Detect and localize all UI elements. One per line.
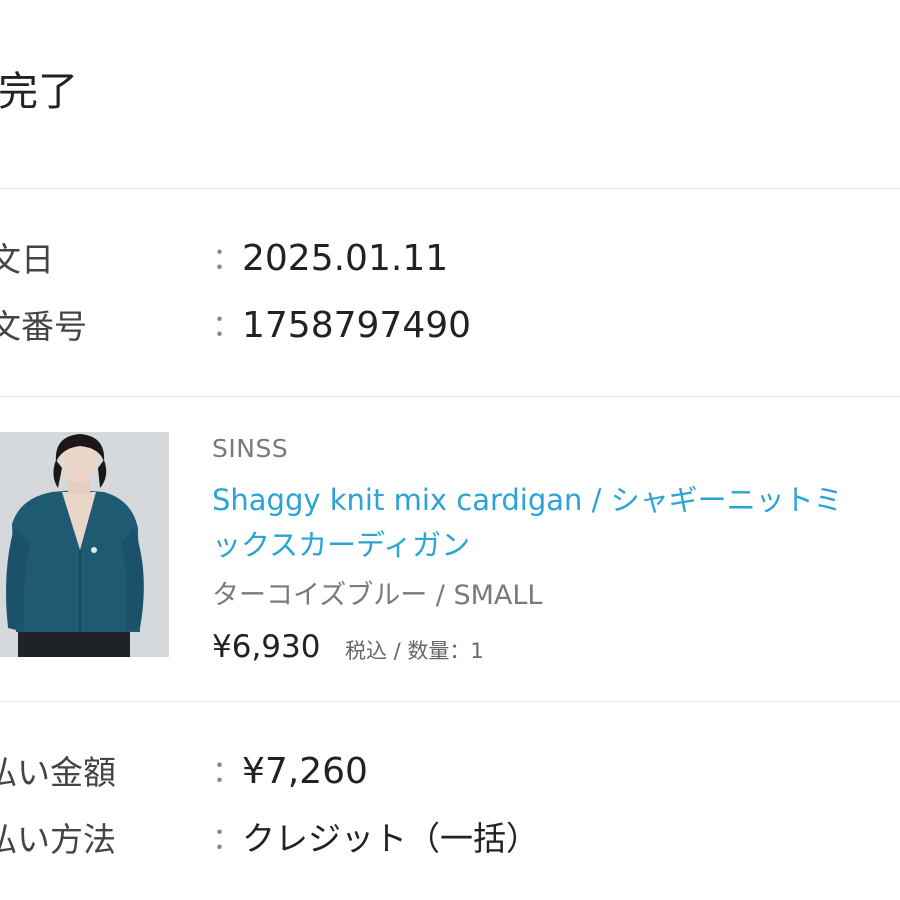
divider [0,188,900,189]
payment-amount-label: 払い金額 [0,753,116,792]
price-tax-quantity: 税込 / 数量：1 [345,639,484,663]
product-photo-illustration [0,432,169,657]
payment-method-value: クレジット（一括） [242,819,539,858]
product-name-link[interactable]: Shaggy knit mix cardigan / シャギーニットミ ックスカ… [212,478,900,568]
product-brand[interactable]: SINSS [212,433,288,465]
order-complete-page: 達完了 文日 ： 2025.01.11 文番号 ： 1758797490 [0,0,900,900]
payment-method-colon: ： [212,822,242,857]
page-title: 達完了 [0,69,78,115]
payment-method-label: 払い方法 [0,820,116,859]
payment-amount-value: ¥7,260 [242,751,368,792]
order-number-label: 文番号 [0,307,87,346]
product-name-line2[interactable]: ックスカーディガン [212,523,900,568]
product-image[interactable] [0,432,169,657]
product-name-line1[interactable]: Shaggy knit mix cardigan / シャギーニットミ [212,483,843,517]
order-date-label: 文日 [0,240,54,279]
order-date-colon: ： [212,242,242,277]
product-price: ¥6,930 [212,629,321,665]
divider [0,396,900,397]
payment-amount-colon: ： [212,755,242,790]
order-date-value: 2025.01.11 [242,238,449,279]
order-number-value: 1758797490 [242,305,472,346]
product-variant: ターコイズブルー / SMALL [212,580,543,611]
order-number-colon: ： [212,309,242,344]
divider [0,701,900,702]
